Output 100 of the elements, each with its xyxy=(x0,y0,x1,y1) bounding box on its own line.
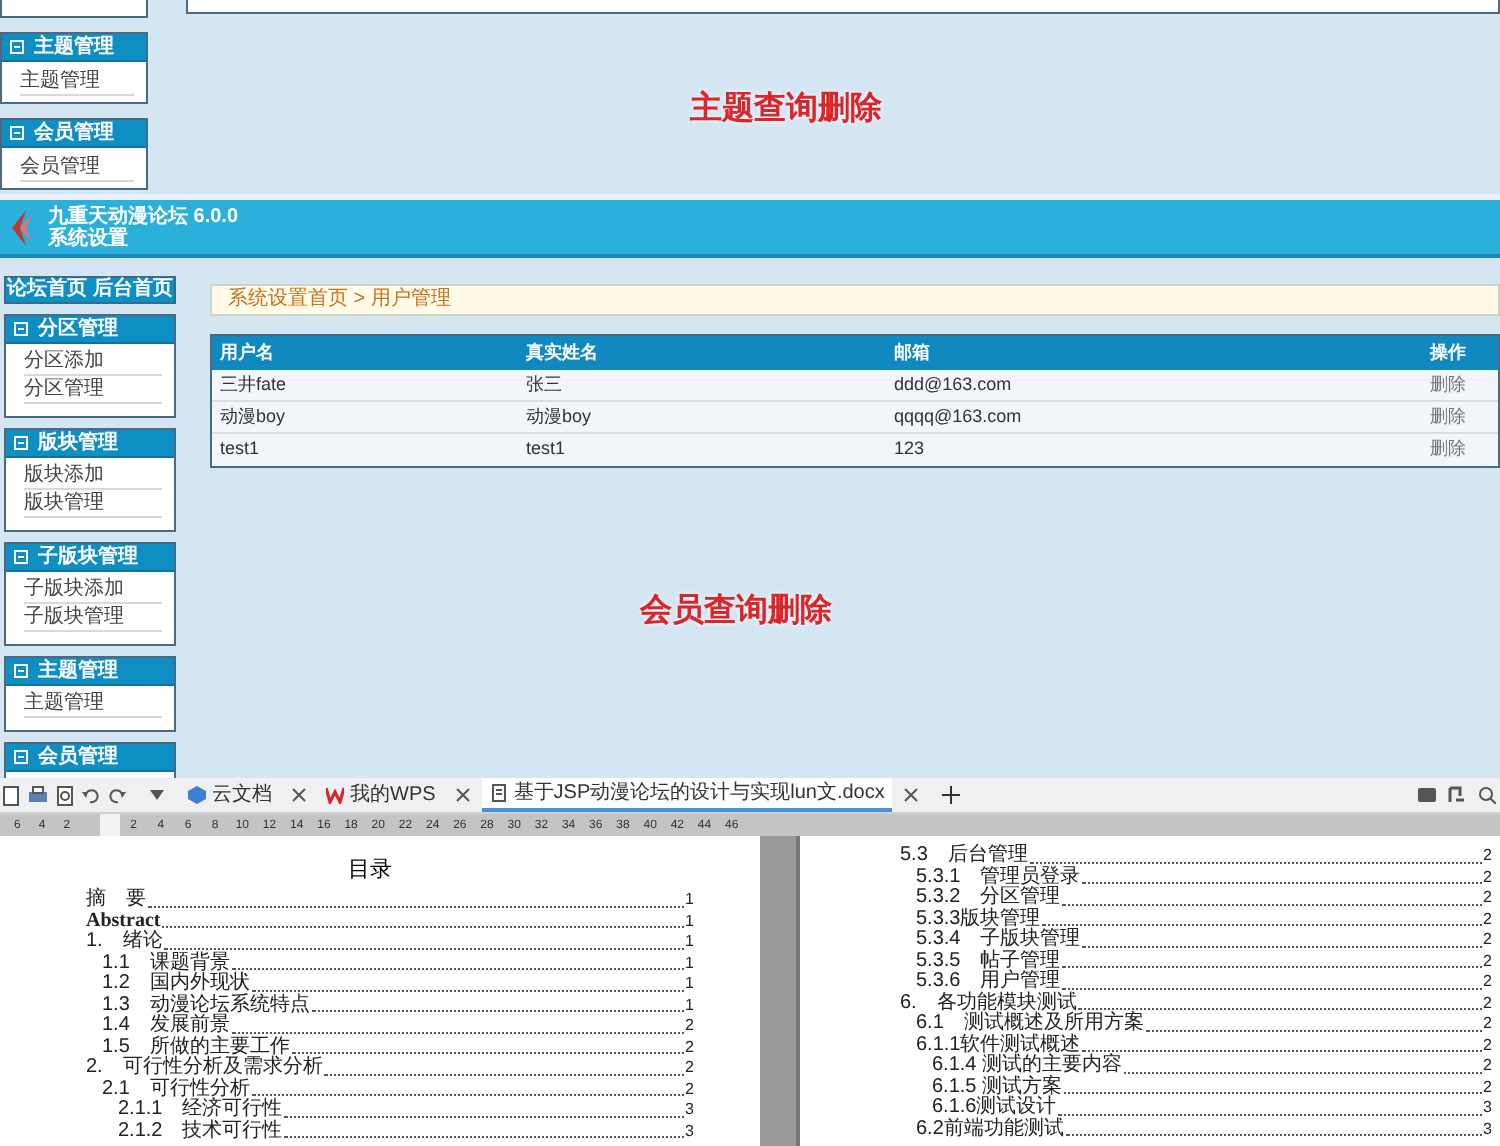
toc-entry[interactable]: 1.5 所做的主要工作 xyxy=(102,1037,290,1058)
add-tab-icon[interactable] xyxy=(942,786,961,804)
tab[interactable]: 云文档 xyxy=(180,778,280,812)
toc-entry[interactable]: 5.3.5 帖子管理 xyxy=(916,951,1061,972)
nav-link[interactable]: 论坛首页 xyxy=(7,278,87,302)
sidebar-item[interactable]: 会员管理 xyxy=(20,152,134,182)
column-header: 邮箱 xyxy=(892,339,932,366)
toc-entry[interactable]: 1. 绪论 xyxy=(86,932,163,953)
collapse-icon[interactable] xyxy=(14,750,28,764)
table-cell-text: ddd@163.com xyxy=(892,371,1014,398)
toc-entry[interactable]: 5.3.2 分区管理 xyxy=(916,888,1061,909)
collapse-icon[interactable] xyxy=(14,436,28,450)
table-cell-text: 123 xyxy=(892,436,927,463)
toc-entry[interactable]: 5.3 后台管理 xyxy=(900,846,1028,867)
document-icon xyxy=(2,785,20,805)
toc-entry[interactable]: 5.3.6 用户管理 xyxy=(916,972,1061,993)
sidebar-group-header[interactable]: 子版块管理 xyxy=(6,544,174,572)
toc-entry[interactable]: 1.3 动漫论坛系统特点 xyxy=(102,995,310,1016)
page-number: 1 xyxy=(685,890,694,911)
sidebar-group-header[interactable]: 分区管理 xyxy=(6,316,174,344)
toc-entry[interactable]: 5.3.1 管理员登录 xyxy=(916,867,1081,888)
page-number: 2 xyxy=(1483,1056,1492,1077)
preview-icon xyxy=(56,785,74,805)
group-title: 会员管理 xyxy=(34,121,114,145)
toc-entry[interactable]: 6.1.4 测试的主要内容 xyxy=(932,1056,1123,1077)
table-cell-text: qqqq@163.com xyxy=(892,403,1024,430)
toc-entry[interactable]: 2.1.2 技术可行性 xyxy=(118,1121,283,1142)
sidebar-item[interactable]: 版块管理 xyxy=(24,490,162,518)
toc-entry[interactable]: Abstract xyxy=(86,911,161,932)
tab[interactable]: 基于JSP动漫论坛的设计与实现lun文.docx xyxy=(481,778,893,812)
breadcrumb: 系统设置首页 > 用户管理 xyxy=(210,284,1500,316)
page-number: 2 xyxy=(1483,1014,1492,1035)
toc-entry[interactable]: 2.1.1 经济可行性 xyxy=(118,1100,283,1121)
toc-entry[interactable]: 6.1.5 测试方案 xyxy=(932,1077,1063,1098)
sidebar-item[interactable]: 子版块管理 xyxy=(24,604,162,632)
page-number: 2 xyxy=(1483,951,1492,972)
collapse-icon[interactable] xyxy=(10,126,24,140)
toc-entry[interactable]: 6.2前端功能测试 xyxy=(916,1119,1064,1140)
group-title: 版块管理 xyxy=(38,431,118,455)
page-number: 2 xyxy=(1483,1077,1492,1098)
sidebar-group-header[interactable]: 会员管理 xyxy=(2,120,146,148)
cube-icon xyxy=(188,786,206,804)
sidebar-group-header[interactable]: 主题管理 xyxy=(6,658,174,686)
delete-link[interactable]: 删除 xyxy=(1422,371,1498,399)
group-title: 主题管理 xyxy=(34,35,114,59)
sidebar-item[interactable]: 版块添加 xyxy=(24,462,162,490)
sidebar-item[interactable]: 分区管理 xyxy=(24,376,162,404)
page-number: 3 xyxy=(685,1121,694,1142)
table-cell-text: 动漫boy xyxy=(218,403,288,430)
sidebar-item[interactable]: 分区添加 xyxy=(24,348,162,376)
toc-entry[interactable]: 6.1.1软件测试概述 xyxy=(916,1035,1081,1056)
sidebar-group-header[interactable]: 主题管理 xyxy=(2,34,146,62)
sidebar-item[interactable]: 主题管理 xyxy=(24,690,162,718)
page-number: 2 xyxy=(685,1079,694,1100)
toc-entry[interactable]: 摘 要 xyxy=(86,890,146,911)
collapse-icon[interactable] xyxy=(14,550,28,564)
collapse-icon[interactable] xyxy=(14,664,28,678)
sidebar-group-header[interactable]: 版块管理 xyxy=(6,430,174,458)
tab[interactable]: 我的WPS xyxy=(318,778,444,812)
toc-entry[interactable]: 5.3.3版块管理 xyxy=(916,909,1041,930)
toc-entry[interactable]: 1.1 课题背景 xyxy=(102,953,230,974)
table-cell-text: 动漫boy xyxy=(524,403,594,430)
page-number: 2 xyxy=(685,1058,694,1079)
annotation-text: 主题查询删除 xyxy=(690,92,882,126)
search-icon[interactable] xyxy=(1478,786,1496,804)
toc-entry[interactable]: 2.1 可行性分析 xyxy=(102,1079,250,1100)
page-number: 2 xyxy=(1483,1035,1492,1056)
page-number: 2 xyxy=(685,1037,694,1058)
page-number: 2 xyxy=(1483,930,1492,951)
delete-link[interactable]: 删除 xyxy=(1422,403,1498,431)
page-number: 1 xyxy=(685,911,694,932)
close-icon[interactable] xyxy=(292,788,306,802)
toc-entry[interactable]: 6.1 测试概述及所用方案 xyxy=(916,1014,1144,1035)
collapse-icon[interactable] xyxy=(10,40,24,54)
page-number: 2 xyxy=(1483,867,1492,888)
delete-link[interactable]: 删除 xyxy=(1422,436,1498,464)
toc-entry[interactable]: 1.4 发展前景 xyxy=(102,1016,230,1037)
window-icon[interactable] xyxy=(1418,787,1436,803)
toc-entry[interactable]: 6. 各功能模块测试 xyxy=(900,993,1077,1014)
close-icon[interactable] xyxy=(455,788,470,802)
toc-entry[interactable]: 6.1.6测试设计 xyxy=(932,1098,1057,1119)
page-number: 1 xyxy=(685,974,694,995)
sidebar-item[interactable]: 主题管理 xyxy=(20,66,134,96)
toc-entry[interactable]: 2. 可行性分析及需求分析 xyxy=(86,1058,323,1079)
group-title: 会员管理 xyxy=(38,745,118,769)
close-icon[interactable] xyxy=(904,788,919,802)
toc-entry[interactable]: 1.2 国内外现状 xyxy=(102,974,250,995)
sidebar-group-header[interactable]: 会员管理 xyxy=(6,744,174,772)
column-header: 用户名 xyxy=(218,339,276,366)
caret-icon[interactable] xyxy=(150,790,164,800)
table-cell-text: test1 xyxy=(524,436,568,463)
share-icon[interactable] xyxy=(1448,786,1466,804)
toc-entry[interactable]: 5.3.4 子版块管理 xyxy=(916,930,1081,951)
page-number: 2 xyxy=(1483,972,1492,993)
collapse-icon[interactable] xyxy=(14,322,28,336)
nav-link[interactable]: 后台首页 xyxy=(93,278,173,302)
annotation-text: 会员查询删除 xyxy=(640,594,832,628)
indent-marker[interactable] xyxy=(100,814,120,836)
page-number: 2 xyxy=(1483,909,1492,930)
sidebar-item[interactable]: 子版块添加 xyxy=(24,576,162,604)
